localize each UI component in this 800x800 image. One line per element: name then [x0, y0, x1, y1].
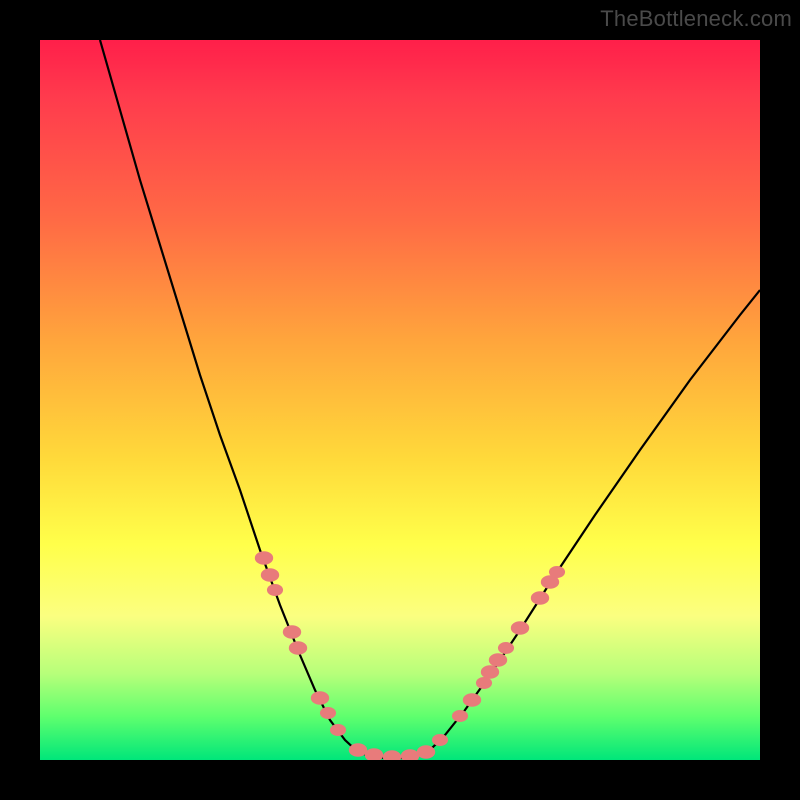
curve-marker — [267, 584, 283, 596]
curve-marker — [481, 665, 499, 679]
plot-frame — [40, 40, 760, 760]
curve-marker — [498, 642, 514, 654]
curve-marker — [289, 641, 307, 655]
curve-marker — [365, 748, 383, 760]
curve-marker — [489, 653, 507, 667]
bottleneck-curve — [100, 40, 760, 758]
curve-marker — [511, 621, 529, 635]
curve-marker — [255, 551, 273, 565]
curve-marker — [531, 591, 549, 605]
curve-marker — [349, 743, 367, 757]
curve-marker — [452, 710, 468, 722]
bottleneck-curve-svg — [40, 40, 760, 760]
curve-marker — [320, 707, 336, 719]
watermark-text: TheBottleneck.com — [600, 6, 792, 32]
curve-marker — [417, 745, 435, 759]
curve-marker — [463, 693, 481, 707]
curve-marker — [401, 749, 419, 760]
curve-marker — [549, 566, 565, 578]
curve-marker — [311, 691, 329, 705]
curve-marker — [283, 625, 301, 639]
curve-marker — [476, 677, 492, 689]
curve-marker — [432, 734, 448, 746]
curve-marker — [383, 750, 401, 760]
curve-marker — [261, 568, 279, 582]
curve-marker — [330, 724, 346, 736]
